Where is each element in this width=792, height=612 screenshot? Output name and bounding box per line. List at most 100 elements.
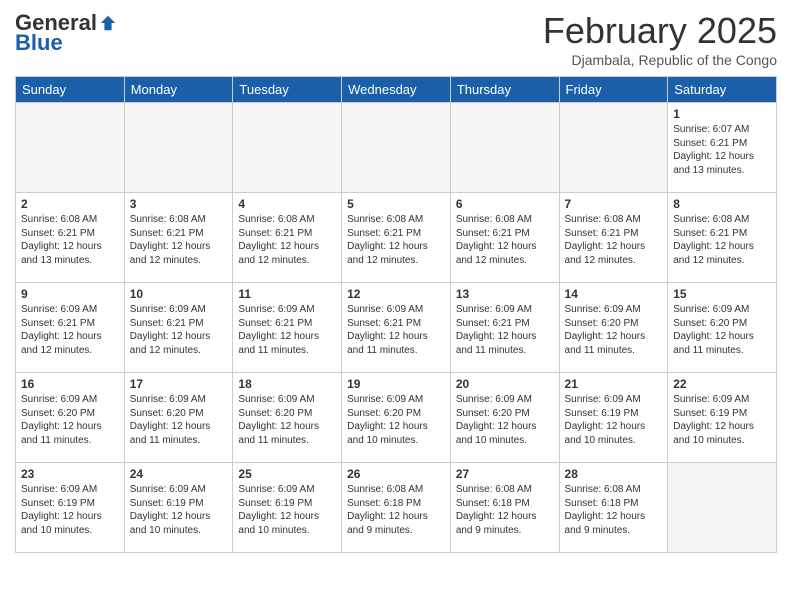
day-number: 2: [21, 197, 119, 211]
day-info: Sunrise: 6:09 AM Sunset: 6:21 PM Dayligh…: [347, 303, 445, 357]
calendar-cell: 18 Sunrise: 6:09 AM Sunset: 6:20 PM Dayli…: [233, 373, 342, 463]
calendar-cell: 24Sunrise: 6:09 AM Sunset: 6:19 PM Dayli…: [124, 463, 233, 553]
day-number: 27: [456, 467, 554, 481]
logo: General Blue: [15, 10, 117, 56]
day-info: Sunrise: 6:08 AM Sunset: 6:18 PM Dayligh…: [347, 483, 445, 537]
day-number: 13: [456, 287, 554, 301]
calendar-cell: 15 Sunrise: 6:09 AM Sunset: 6:20 PM Dayli…: [668, 283, 777, 373]
day-info: Sunrise: 6:09 AM Sunset: 6:20 PM Dayligh…: [238, 393, 336, 447]
day-number: 1: [673, 107, 771, 121]
day-info: Sunrise: 6:09 AM Sunset: 6:20 PM Dayligh…: [456, 393, 554, 447]
day-info: Sunrise: 6:09 AM Sunset: 6:20 PM Dayligh…: [347, 393, 445, 447]
calendar-cell: 3 Sunrise: 6:08 AM Sunset: 6:21 PM Daylig…: [124, 193, 233, 283]
day-info: Sunrise: 6:08 AM Sunset: 6:21 PM Dayligh…: [21, 213, 119, 267]
logo-icon: [99, 14, 117, 32]
day-number: 21: [565, 377, 663, 391]
day-info: Sunrise: 6:08 AM Sunset: 6:18 PM Dayligh…: [565, 483, 663, 537]
calendar-cell: 13 Sunrise: 6:09 AM Sunset: 6:21 PM Dayli…: [450, 283, 559, 373]
day-number: 11: [238, 287, 336, 301]
day-number: 26: [347, 467, 445, 481]
day-info: Sunrise: 6:09 AM Sunset: 6:21 PM Dayligh…: [21, 303, 119, 357]
calendar-cell: 26 Sunrise: 6:08 AM Sunset: 6:18 PM Dayli…: [342, 463, 451, 553]
calendar-cell: [559, 103, 668, 193]
calendar-header-sunday: Sunday: [16, 77, 125, 103]
calendar-cell: 5 Sunrise: 6:08 AM Sunset: 6:21 PM Daylig…: [342, 193, 451, 283]
day-number: 3: [130, 197, 228, 211]
calendar-cell: 25 Sunrise: 6:09 AM Sunset: 6:19 PM Dayli…: [233, 463, 342, 553]
calendar-cell: 21 Sunrise: 6:09 AM Sunset: 6:19 PM Dayli…: [559, 373, 668, 463]
calendar-cell: 4Sunrise: 6:08 AM Sunset: 6:21 PM Daylig…: [233, 193, 342, 283]
day-info: Sunrise: 6:08 AM Sunset: 6:21 PM Dayligh…: [347, 213, 445, 267]
day-info: Sunrise: 6:09 AM Sunset: 6:19 PM Dayligh…: [565, 393, 663, 447]
day-number: 18: [238, 377, 336, 391]
title-block: February 2025 Djambala, Republic of the …: [543, 10, 777, 68]
day-info: Sunrise: 6:09 AM Sunset: 6:20 PM Dayligh…: [565, 303, 663, 357]
logo-blue: Blue: [15, 30, 63, 56]
calendar-cell: 16 Sunrise: 6:09 AM Sunset: 6:20 PM Dayli…: [16, 373, 125, 463]
day-number: 5: [347, 197, 445, 211]
calendar-header-tuesday: Tuesday: [233, 77, 342, 103]
day-info: Sunrise: 6:09 AM Sunset: 6:19 PM Dayligh…: [673, 393, 771, 447]
day-number: 7: [565, 197, 663, 211]
location: Djambala, Republic of the Congo: [543, 52, 777, 68]
day-info: Sunrise: 6:09 AM Sunset: 6:21 PM Dayligh…: [456, 303, 554, 357]
calendar-header-friday: Friday: [559, 77, 668, 103]
calendar-cell: [124, 103, 233, 193]
calendar-cell: 17 Sunrise: 6:09 AM Sunset: 6:20 PM Dayli…: [124, 373, 233, 463]
day-info: Sunrise: 6:08 AM Sunset: 6:21 PM Dayligh…: [673, 213, 771, 267]
calendar-header-wednesday: Wednesday: [342, 77, 451, 103]
calendar: SundayMondayTuesdayWednesdayThursdayFrid…: [15, 76, 777, 553]
calendar-cell: 7 Sunrise: 6:08 AM Sunset: 6:21 PM Daylig…: [559, 193, 668, 283]
day-info: Sunrise: 6:09 AM Sunset: 6:20 PM Dayligh…: [130, 393, 228, 447]
day-number: 23: [21, 467, 119, 481]
month-year: February 2025: [543, 10, 777, 52]
day-info: Sunrise: 6:09 AM Sunset: 6:19 PM Dayligh…: [238, 483, 336, 537]
day-info: Sunrise: 6:09 AM Sunset: 6:20 PM Dayligh…: [673, 303, 771, 357]
calendar-cell: 19 Sunrise: 6:09 AM Sunset: 6:20 PM Dayli…: [342, 373, 451, 463]
calendar-body: 1 Sunrise: 6:07 AM Sunset: 6:21 PM Daylig…: [16, 103, 777, 553]
day-info: Sunrise: 6:09 AM Sunset: 6:20 PM Dayligh…: [21, 393, 119, 447]
week-row-3: 9 Sunrise: 6:09 AM Sunset: 6:21 PM Daylig…: [16, 283, 777, 373]
day-number: 16: [21, 377, 119, 391]
day-info: Sunrise: 6:08 AM Sunset: 6:21 PM Dayligh…: [565, 213, 663, 267]
calendar-cell: 27Sunrise: 6:08 AM Sunset: 6:18 PM Dayli…: [450, 463, 559, 553]
day-number: 9: [21, 287, 119, 301]
calendar-header-thursday: Thursday: [450, 77, 559, 103]
week-row-4: 16 Sunrise: 6:09 AM Sunset: 6:20 PM Dayli…: [16, 373, 777, 463]
calendar-cell: [450, 103, 559, 193]
calendar-cell: 10Sunrise: 6:09 AM Sunset: 6:21 PM Dayli…: [124, 283, 233, 373]
calendar-cell: 9 Sunrise: 6:09 AM Sunset: 6:21 PM Daylig…: [16, 283, 125, 373]
day-info: Sunrise: 6:08 AM Sunset: 6:21 PM Dayligh…: [238, 213, 336, 267]
calendar-header-row: SundayMondayTuesdayWednesdayThursdayFrid…: [16, 77, 777, 103]
day-number: 8: [673, 197, 771, 211]
day-info: Sunrise: 6:08 AM Sunset: 6:21 PM Dayligh…: [456, 213, 554, 267]
day-number: 22: [673, 377, 771, 391]
day-info: Sunrise: 6:09 AM Sunset: 6:19 PM Dayligh…: [130, 483, 228, 537]
week-row-5: 23 Sunrise: 6:09 AM Sunset: 6:19 PM Dayli…: [16, 463, 777, 553]
day-info: Sunrise: 6:07 AM Sunset: 6:21 PM Dayligh…: [673, 123, 771, 177]
calendar-cell: [342, 103, 451, 193]
calendar-cell: 14Sunrise: 6:09 AM Sunset: 6:20 PM Dayli…: [559, 283, 668, 373]
day-info: Sunrise: 6:09 AM Sunset: 6:21 PM Dayligh…: [130, 303, 228, 357]
day-number: 25: [238, 467, 336, 481]
day-number: 19: [347, 377, 445, 391]
calendar-cell: [233, 103, 342, 193]
calendar-cell: 11Sunrise: 6:09 AM Sunset: 6:21 PM Dayli…: [233, 283, 342, 373]
calendar-header-saturday: Saturday: [668, 77, 777, 103]
calendar-cell: 8 Sunrise: 6:08 AM Sunset: 6:21 PM Daylig…: [668, 193, 777, 283]
day-info: Sunrise: 6:08 AM Sunset: 6:21 PM Dayligh…: [130, 213, 228, 267]
calendar-cell: 12 Sunrise: 6:09 AM Sunset: 6:21 PM Dayli…: [342, 283, 451, 373]
calendar-cell: 22 Sunrise: 6:09 AM Sunset: 6:19 PM Dayli…: [668, 373, 777, 463]
calendar-cell: 23 Sunrise: 6:09 AM Sunset: 6:19 PM Dayli…: [16, 463, 125, 553]
calendar-cell: [16, 103, 125, 193]
day-number: 15: [673, 287, 771, 301]
day-number: 17: [130, 377, 228, 391]
calendar-cell: 20 Sunrise: 6:09 AM Sunset: 6:20 PM Dayli…: [450, 373, 559, 463]
day-number: 28: [565, 467, 663, 481]
calendar-cell: 6Sunrise: 6:08 AM Sunset: 6:21 PM Daylig…: [450, 193, 559, 283]
day-info: Sunrise: 6:09 AM Sunset: 6:19 PM Dayligh…: [21, 483, 119, 537]
page-header: General Blue February 2025 Djambala, Rep…: [15, 10, 777, 68]
day-number: 20: [456, 377, 554, 391]
week-row-1: 1 Sunrise: 6:07 AM Sunset: 6:21 PM Daylig…: [16, 103, 777, 193]
day-number: 12: [347, 287, 445, 301]
